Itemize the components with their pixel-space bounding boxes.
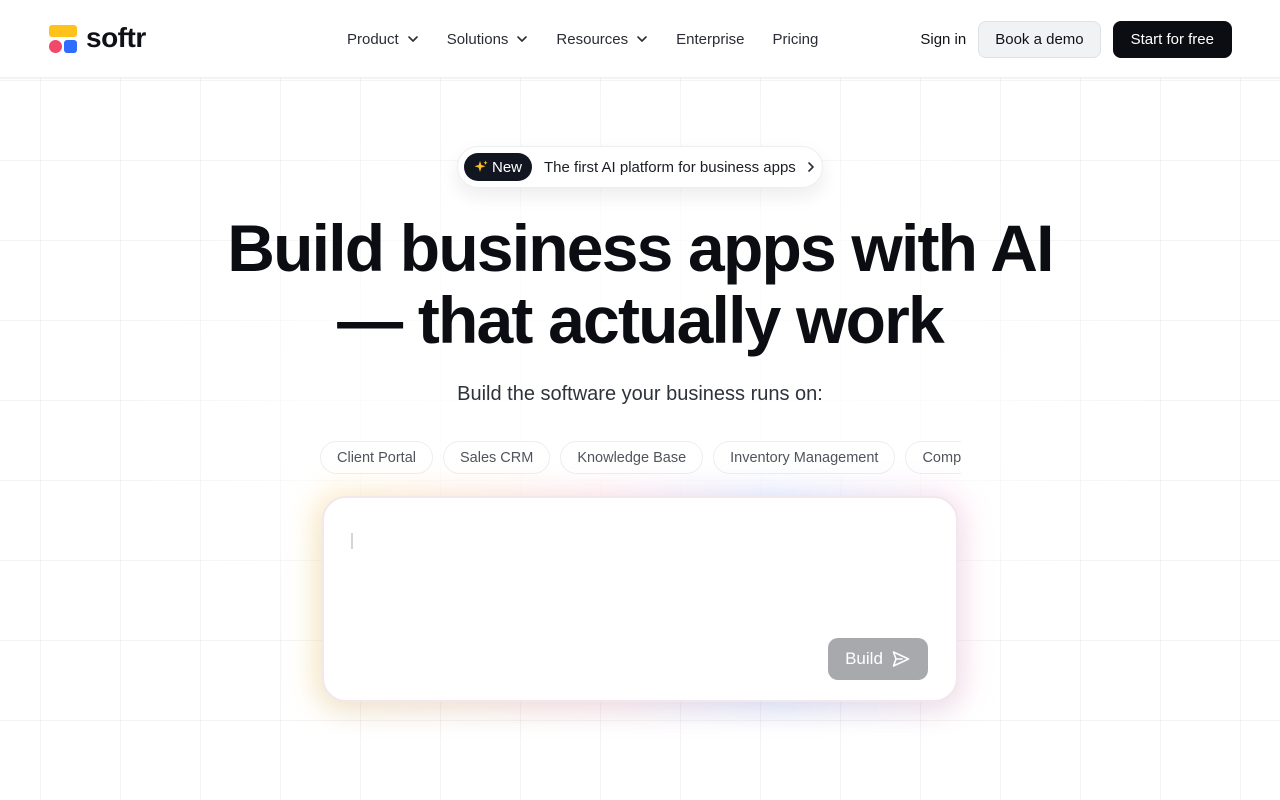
chevron-right-icon [807, 162, 814, 172]
hero-headline: Build business apps with AI — that actua… [140, 212, 1140, 356]
nav-item-resources[interactable]: Resources [556, 31, 648, 48]
hero-headline-line-2: — that actually work [337, 283, 945, 357]
use-case-chips: Client Portal Sales CRM Knowledge Base I… [320, 441, 961, 475]
book-demo-button[interactable]: Book a demo [978, 21, 1101, 58]
nav-item-enterprise[interactable]: Enterprise [676, 31, 744, 48]
build-button-label: Build [845, 649, 883, 668]
new-badge-label: New [492, 158, 523, 176]
start-free-button[interactable]: Start for free [1112, 21, 1232, 58]
hero-subline: Build the software your business runs on… [457, 383, 823, 405]
header-actions: Sign in Book a demo Start for free [920, 21, 1232, 58]
nav-item-label: Product [347, 30, 399, 48]
brand-logo[interactable]: softr [48, 22, 146, 54]
chip-sales-crm[interactable]: Sales CRM [442, 441, 551, 474]
main-nav: Product Solutions Resources Enterprise P… [347, 29, 818, 49]
chevron-down-icon [637, 36, 647, 42]
nav-item-label: Resources [556, 30, 629, 48]
send-icon [892, 651, 910, 667]
prompt-box: Build [322, 496, 958, 702]
build-button[interactable]: Build [828, 638, 928, 680]
site-header: softr Product Solutions Resources Enterp… [0, 0, 1280, 78]
hero-headline-line-1: Build business apps with AI [227, 211, 1054, 285]
chevron-down-icon [407, 36, 418, 42]
chip-truncated[interactable]: Compa [905, 441, 961, 474]
page: softr Product Solutions Resources Enterp… [0, 0, 1280, 800]
announcement-text: The first AI platform for business apps [544, 158, 796, 176]
new-badge: New [464, 153, 533, 181]
chip-inventory-management[interactable]: Inventory Management [713, 441, 896, 474]
brand-name: softr [86, 22, 146, 53]
nav-item-solutions[interactable]: Solutions [447, 31, 529, 48]
sparkle-icon [474, 160, 488, 172]
nav-item-pricing[interactable]: Pricing [773, 31, 819, 48]
nav-item-label: Solutions [446, 30, 509, 48]
announcement-pill[interactable]: New The first AI platform for business a… [457, 146, 823, 188]
prompt-input[interactable] [350, 528, 930, 628]
chip-client-portal[interactable]: Client Portal [320, 441, 433, 474]
nav-item-label: Pricing [772, 30, 819, 48]
chevron-down-icon [517, 36, 528, 42]
softr-logo-icon [48, 24, 78, 54]
sign-in-link[interactable]: Sign in [920, 31, 966, 48]
chip-track: Client Portal Sales CRM Knowledge Base I… [320, 441, 961, 474]
text-caret [351, 533, 353, 549]
nav-item-product[interactable]: Product [347, 31, 419, 48]
nav-item-label: Enterprise [676, 30, 745, 48]
chip-knowledge-base[interactable]: Knowledge Base [560, 441, 704, 474]
